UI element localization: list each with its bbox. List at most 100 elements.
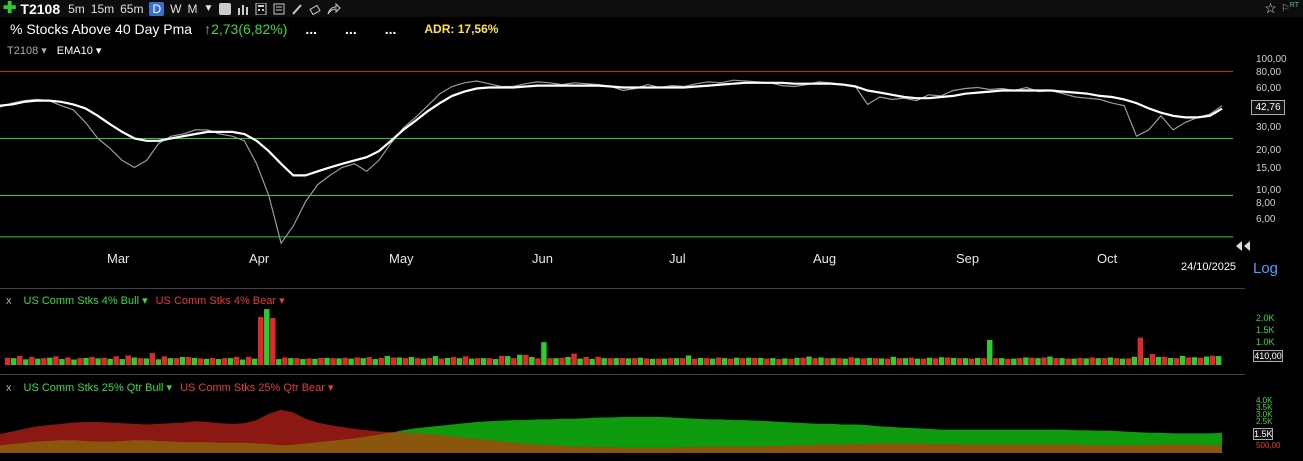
bear-4pct-label[interactable]: US Comm Stks 4% Bear ▾ [156,294,285,307]
bull-4pct-bar [288,358,294,365]
bull-4pct-bar [396,357,403,365]
bear-4pct-bar [1209,355,1216,365]
bear-4pct-bar [65,357,71,365]
y-tick-15: 15,00 [1256,163,1282,174]
bear-4pct-bar [209,357,216,365]
vol-tick-1k: 1.0K [1256,337,1275,347]
close-pane-icon[interactable]: x [6,295,12,307]
bear-4pct-bar [29,357,35,365]
bull-4pct-bar [493,359,499,365]
bear-4pct-bar [981,358,987,365]
bear-4pct-bar [523,354,529,365]
bull-4pct-bar [733,357,740,365]
bull-4pct-bar [782,358,788,365]
bull-4pct-label[interactable]: US Comm Stks 4% Bull ▾ [24,294,148,307]
bull-4pct-bar [746,357,752,365]
bear-4pct-bar [884,358,891,365]
bull-4pct-bar [505,356,511,365]
bear-4pct-bar [89,357,95,365]
bull-4pct-bar [818,357,824,365]
bull-4pct-bar [553,358,559,365]
bear-4pct-bar [764,358,770,365]
bear-4pct-bar [318,357,324,365]
bull-4pct-bar [974,357,981,365]
bull-4pct-bar [661,358,668,365]
bull-4pct-bar [1071,358,1077,365]
bear-4pct-bar [896,358,903,365]
bear-4pct-bar [1149,354,1156,365]
bull-4pct-bar [95,358,101,365]
bull-4pct-bar [1035,358,1041,365]
bull-4pct-bar [131,357,137,365]
bull-4pct-bar [830,358,836,365]
bear-4pct-bar [426,357,433,365]
bull-4pct-bar [1155,357,1162,365]
bull-4pct-bar [167,358,174,365]
bull-4pct-bar [264,309,270,365]
bear-4pct-bar [836,358,842,365]
bear-4pct-bar [679,358,686,365]
bull-4pct-bar [878,358,885,365]
month-aug: Aug [813,251,837,266]
y-tick-100: 100,00 [1256,54,1287,65]
bear-4pct-bar [438,358,445,365]
bull-4pct-bar [902,358,909,365]
bull-4pct-bar [962,358,969,365]
bear-4pct-bar [1077,357,1083,365]
bull-4pct-bar [480,358,487,365]
bear-4pct-bar [920,358,927,365]
scroll-marker-up [1236,241,1242,251]
current-date: 24/10/2025 [1181,261,1237,273]
bull-4pct-bar [914,358,921,365]
bear-4pct-bar [294,358,300,365]
log-scale-toggle[interactable]: Log [1253,260,1278,277]
pane-separator-1[interactable] [0,288,1245,289]
bear-4pct-bar [137,358,143,365]
area-tick-2-5k: 2.5K [1256,417,1273,426]
bull-4pct-bar [155,359,162,365]
bear-4pct-bar [727,358,734,365]
bear-4pct-bar [643,358,650,365]
bull-4pct-bar [999,358,1005,365]
bull-4pct-bar [613,358,619,365]
bull-4pct-bar [770,358,776,365]
area-tick-500: 500,00 [1256,441,1281,450]
bull-4pct-bar [685,355,692,365]
month-mar: Mar [107,251,130,266]
bear-4pct-bar [1065,358,1071,365]
month-sep: Sep [956,251,980,266]
month-jun: Jun [532,251,553,266]
bear-4pct-bar [221,358,228,365]
bull-4pct-bar [649,358,656,365]
bear-25pct-label[interactable]: US Comm Stks 25% Qtr Bear ▾ [180,381,333,394]
close-pane-icon-2[interactable]: x [6,382,12,394]
bear-4pct-bar [752,357,758,365]
bull-4pct-bar [47,357,53,365]
bear-4pct-bar [993,358,999,365]
bear-4pct-bar [378,357,384,365]
bull-4pct-bar [312,358,318,365]
bear-4pct-bar [1005,358,1011,365]
y-tick-30: 30,00 [1256,122,1282,133]
bear-4pct-bar [788,358,794,365]
bull-4pct-bar [625,358,631,365]
bull-4pct-bar [1107,357,1113,365]
bear-4pct-bar [595,356,601,365]
bull-4pct-bar [71,359,77,365]
bull-4pct-bar [697,357,704,365]
bear-4pct-bar [161,356,168,365]
bull-4pct-bar [348,358,354,365]
bull-4pct-bar [1167,357,1174,365]
pane-separator-2[interactable] [0,374,1245,375]
bull-4pct-bar [1095,358,1101,365]
bear-4pct-bar [1161,356,1168,365]
bull-4pct-bar [384,355,390,365]
bear-4pct-bar [1017,358,1023,365]
bull-4pct-bar [11,358,17,365]
bear-4pct-bar [908,357,915,365]
bear-4pct-bar [354,357,360,365]
bear-4pct-bar [860,358,866,365]
month-oct: Oct [1097,251,1118,266]
bull-25pct-label[interactable]: US Comm Stks 25% Qtr Bull ▾ [24,381,173,394]
bull-4pct-bar [456,358,463,365]
